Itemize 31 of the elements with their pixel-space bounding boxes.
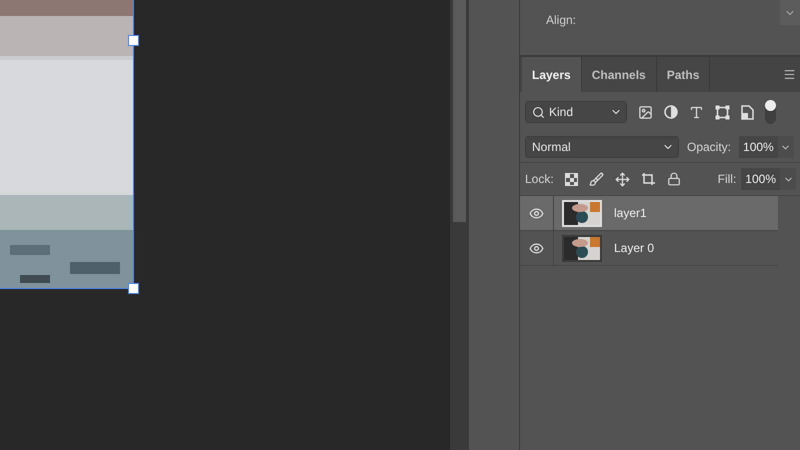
caret-icon[interactable] [778, 136, 794, 158]
filter-dropdown[interactable]: Kind [525, 101, 627, 123]
text-icon[interactable] [689, 104, 704, 120]
transform-icon[interactable] [715, 104, 730, 120]
panel-tab[interactable]: Layers [522, 57, 582, 92]
smart-object-icon[interactable] [741, 104, 754, 120]
layer-name: Layer 0 [614, 241, 654, 255]
lock-label: Lock: [525, 172, 554, 186]
filter-toggle[interactable] [765, 100, 776, 124]
align-label: Align: [546, 13, 576, 27]
lock-icon[interactable] [666, 172, 681, 186]
checkerboard-icon[interactable] [564, 172, 578, 186]
opacity-label: Opacity: [687, 140, 732, 154]
transform-handle[interactable] [128, 35, 139, 46]
scrollbar-thumb[interactable] [452, 0, 466, 222]
move-icon[interactable] [614, 172, 630, 186]
eye-icon [529, 240, 544, 256]
eye-icon [529, 206, 544, 220]
scrollbar[interactable] [450, 0, 468, 450]
caret-icon[interactable] [780, 168, 796, 190]
layer-name: layer1 [614, 206, 647, 220]
layer-row[interactable]: Layer 0 [520, 231, 778, 266]
brush-icon[interactable] [588, 172, 604, 186]
transform-handle[interactable] [128, 283, 139, 294]
blend-mode-dropdown[interactable]: Normal [525, 136, 679, 158]
fill-label: Fill: [718, 172, 736, 186]
image-icon[interactable] [638, 104, 653, 120]
crop-icon[interactable] [640, 172, 656, 186]
layer-row[interactable]: layer1 [520, 196, 778, 231]
search-icon [532, 106, 545, 118]
half-circle-icon[interactable] [664, 105, 678, 119]
